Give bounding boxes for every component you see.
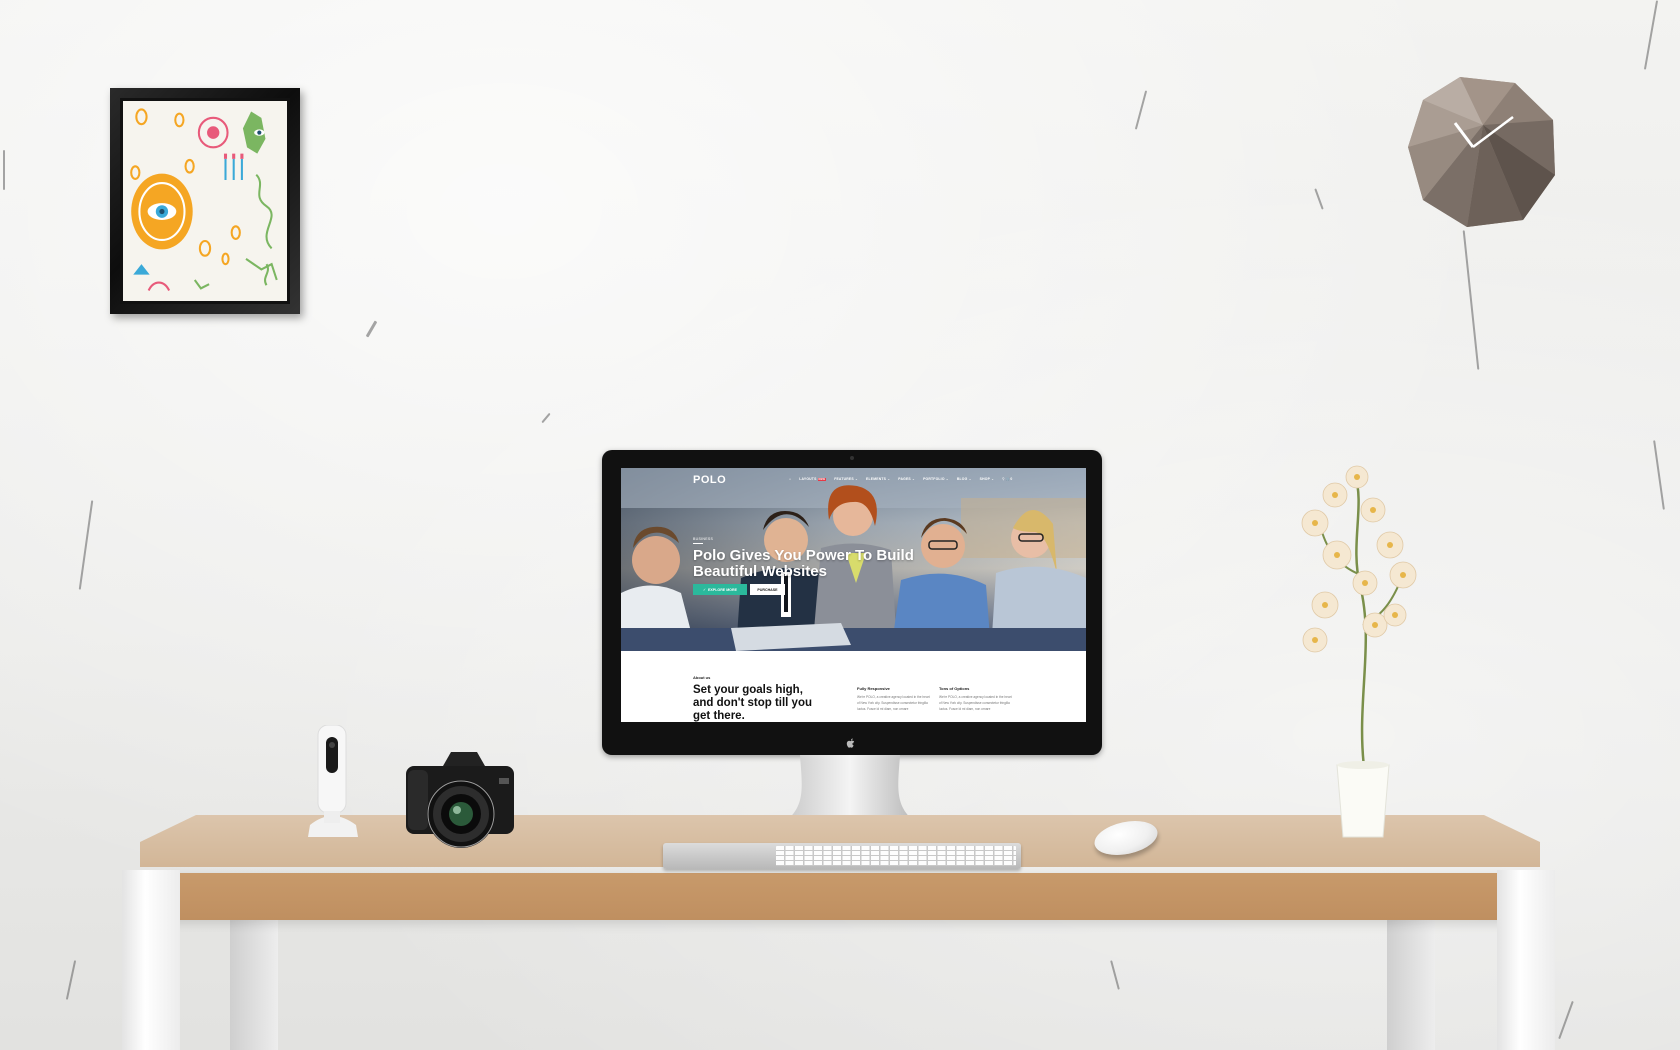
nav-blog[interactable]: BLOG ⌄	[957, 477, 972, 481]
wall-crack	[1643, 0, 1659, 70]
nav-new-badge: NEW	[817, 478, 827, 481]
explore-more-label: EXPLORE MORE	[708, 587, 737, 592]
frame-mat	[120, 98, 290, 304]
wall-crack	[1110, 960, 1120, 990]
wall-crack	[541, 412, 551, 424]
wall-crack	[1462, 230, 1480, 370]
imac-monitor: POLO ⌂ LAYOUTS NEW FEATURES ⌄ ELEMENTS ⌄ …	[602, 450, 1102, 755]
geometric-wall-clock	[1408, 77, 1555, 227]
desk-front-edge	[167, 873, 1507, 920]
nav-portfolio[interactable]: PORTFOLIO ⌄	[923, 477, 949, 481]
hero-eyebrow: BUSINESS	[693, 537, 714, 541]
feature-text-options: We're POLO, a creative agency located in…	[939, 695, 1012, 711]
keyboard-keys	[776, 846, 1016, 866]
nav-home-icon[interactable]: ⌂	[789, 477, 791, 481]
explore-more-button[interactable]: ✓ EXPLORE MORE	[693, 584, 747, 595]
artwork-illustration	[130, 108, 278, 292]
wall-crack	[1134, 90, 1148, 130]
orchid-plant	[1301, 465, 1417, 838]
nav-shop[interactable]: SHOP ⌄	[980, 477, 995, 481]
wall-crack	[365, 320, 378, 338]
nav-features[interactable]: FEATURES ⌄	[834, 477, 858, 481]
purchase-button[interactable]: PURCHASE	[750, 584, 785, 595]
nav-layouts[interactable]: LAYOUTS NEW	[799, 477, 827, 481]
dslr-camera	[406, 752, 514, 848]
table-leg-back-left	[230, 918, 278, 1050]
wall-crack	[1653, 440, 1665, 510]
check-icon: ✓	[703, 587, 707, 592]
nav-elements[interactable]: ELEMENTS ⌄	[866, 477, 890, 481]
wall-crack	[1558, 1000, 1574, 1040]
home-security-camera	[308, 725, 358, 837]
about-label: About us	[693, 675, 711, 680]
frame-artwork	[123, 101, 287, 301]
about-title: Set your goals high, and don't stop till…	[693, 684, 812, 722]
feature-title-responsive: Fully Responsive	[857, 686, 890, 691]
wall-crack	[78, 500, 94, 590]
apple-logo-icon	[846, 738, 855, 748]
wall-crack	[3, 150, 5, 190]
picture-frame	[110, 88, 300, 314]
site-logo[interactable]: POLO	[693, 474, 726, 486]
nav-layouts-label: LAYOUTS	[799, 477, 817, 481]
feature-title-options: Tons of Options	[939, 686, 970, 691]
nav-search-cart-icon[interactable]: ⚲ 🛒0	[1002, 477, 1012, 481]
wall-crack	[65, 960, 77, 1000]
keyboard	[663, 843, 1021, 869]
feature-text-responsive: We're POLO, a creative agency located in…	[857, 695, 930, 711]
table-leg-back-right	[1387, 918, 1435, 1050]
wall-crack	[1314, 188, 1324, 210]
table-leg-front-left	[122, 870, 180, 1050]
nav-pages[interactable]: PAGES ⌄	[898, 477, 915, 481]
hero-eyebrow-underline	[693, 543, 703, 544]
monitor-screen: POLO ⌂ LAYOUTS NEW FEATURES ⌄ ELEMENTS ⌄ …	[621, 468, 1086, 722]
monitor-camera	[850, 456, 854, 460]
site-nav: ⌂ LAYOUTS NEW FEATURES ⌄ ELEMENTS ⌄ PAGES…	[789, 477, 1013, 481]
hero-title: Polo Gives You Power To Build Beautiful …	[693, 547, 914, 580]
table-leg-front-right	[1497, 870, 1555, 1050]
